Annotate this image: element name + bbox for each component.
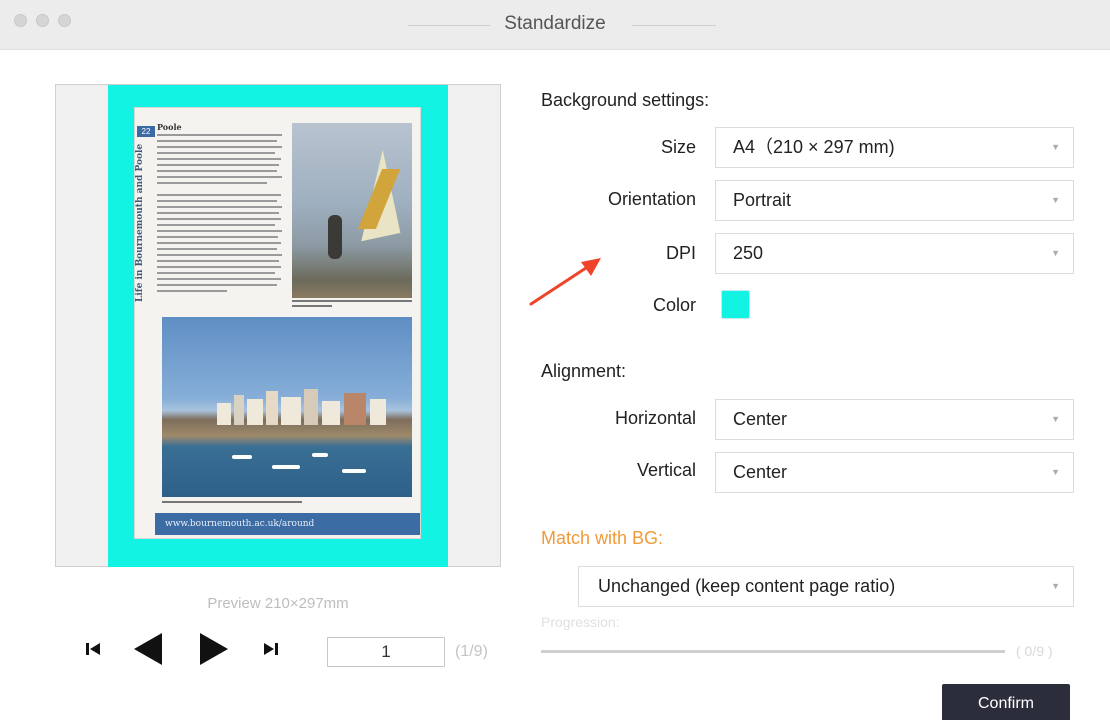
window-title: Standardize [0,13,1110,35]
match-with-bg-value: Unchanged (keep content page ratio) [598,576,896,596]
vertical-alignment-value: Center [733,462,788,482]
page-number-input[interactable]: 1 [327,637,445,667]
document-page-number: 22 [137,126,155,137]
vertical-alignment-select[interactable]: Center ▼ [715,452,1074,493]
dpi-select[interactable]: 250 ▼ [715,233,1074,274]
page-count: (1/9) [455,643,488,660]
horizontal-label: Horizontal [614,408,696,428]
orientation-select-value: Portrait [733,190,792,210]
size-label: Size [660,137,696,157]
last-page-icon[interactable] [260,636,280,662]
orientation-label: Orientation [607,189,696,209]
document-heading: Poole [157,122,182,132]
size-select-value: A4（210 × 297 mm) [733,137,895,157]
chevron-down-icon: ▼ [1051,248,1060,258]
windsurfer-photo [292,123,412,298]
chevron-down-icon: ▼ [1051,467,1060,477]
previous-page-icon[interactable] [130,631,166,667]
document-side-title: Life in Bournemouth and Poole [135,144,145,303]
match-with-bg-title: Match with BG: [541,528,664,548]
harbour-photo [162,317,412,497]
orientation-select[interactable]: Portrait ▼ [715,180,1074,221]
dpi-select-value: 250 [733,243,764,263]
progression-label: Progression: [541,614,620,630]
background-color-swatch[interactable] [721,290,750,319]
horizontal-alignment-select[interactable]: Center ▼ [715,399,1074,440]
document-footer: www.bournemouth.ac.uk/around [155,513,420,535]
preview-label: Preview 210×297mm [207,595,349,612]
annotation-arrow-icon [529,258,601,306]
progress-count: ( 0/9 ) [1016,643,1053,659]
document-side-bar: 22 Life in Bournemouth and Poole [135,126,155,506]
first-page-icon[interactable] [84,636,104,662]
alignment-title: Alignment: [541,361,627,381]
title-bar: Standardize [0,0,1110,50]
chevron-down-icon: ▼ [1051,142,1060,152]
harbour-caption [162,501,302,503]
background-settings-title: Background settings: [541,90,710,110]
chevron-down-icon: ▼ [1051,195,1060,205]
confirm-button[interactable]: Confirm [942,684,1070,720]
chevron-down-icon: ▼ [1051,414,1060,424]
size-select[interactable]: A4（210 × 297 mm) ▼ [715,127,1074,168]
photo-caption [292,300,412,302]
vertical-label: Vertical [636,460,696,480]
chevron-down-icon: ▼ [1051,581,1060,591]
progress-bar [541,650,1005,653]
preview-document: 22 Life in Bournemouth and Poole Poole w… [134,107,421,539]
next-page-icon[interactable] [196,631,232,667]
match-with-bg-select[interactable]: Unchanged (keep content page ratio) ▼ [578,566,1074,607]
horizontal-alignment-value: Center [733,409,788,429]
